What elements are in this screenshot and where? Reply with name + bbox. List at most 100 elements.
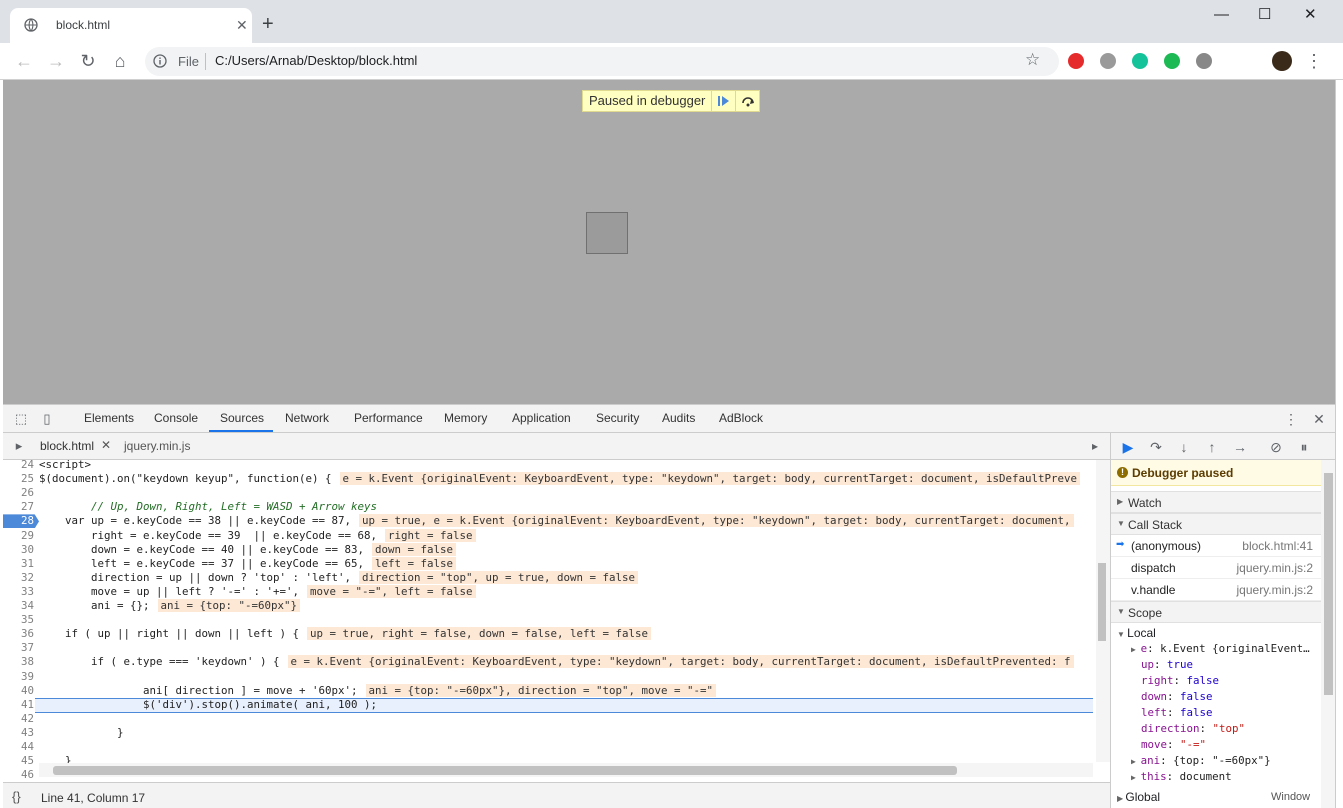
- bookmark-star-icon[interactable]: ☆: [1025, 50, 1040, 70]
- callstack-frame[interactable]: v.handle jquery.min.js:2: [1111, 579, 1321, 601]
- new-tab-button[interactable]: +: [262, 13, 274, 35]
- line-number[interactable]: 36: [3, 627, 34, 641]
- scope-variable[interactable]: right: false: [1141, 673, 1219, 689]
- frame-location[interactable]: jquery.min.js:2: [1237, 561, 1313, 575]
- local-scope-header[interactable]: ▼ Local: [1117, 625, 1156, 641]
- line-number[interactable]: 31: [3, 557, 34, 571]
- back-arrow-icon[interactable]: ←: [14, 51, 34, 71]
- file-tab-block-html[interactable]: block.html: [40, 439, 94, 453]
- line-number[interactable]: 35: [3, 613, 34, 627]
- step-into-icon[interactable]: ↓: [1175, 438, 1193, 456]
- tab-sources[interactable]: Sources: [220, 411, 264, 425]
- code-editor[interactable]: 24 <script> 25 $(document).on("keydown keyu…: [3, 460, 1093, 778]
- chat-extension-icon[interactable]: [1164, 53, 1180, 69]
- address-bar[interactable]: File C:/Users/Arnab/Desktop/block.html ☆: [145, 47, 1059, 76]
- expand-triangle-icon[interactable]: ▶: [1131, 645, 1141, 654]
- scope-variable[interactable]: direction: "top": [1141, 721, 1245, 737]
- adblock-extension-icon[interactable]: [1068, 53, 1084, 69]
- line-number[interactable]: 46: [3, 768, 34, 778]
- resume-icon[interactable]: [711, 91, 735, 111]
- forward-arrow-icon[interactable]: →: [46, 51, 66, 71]
- line-number[interactable]: 41: [3, 698, 34, 712]
- tab-adblock[interactable]: AdBlock: [719, 411, 763, 425]
- toggle-debugger-icon[interactable]: ▸: [1085, 436, 1105, 456]
- tab-elements[interactable]: Elements: [84, 411, 134, 425]
- line-number[interactable]: 29: [3, 529, 34, 543]
- scope-variable[interactable]: down: false: [1141, 689, 1213, 705]
- device-toolbar-icon[interactable]: ▯: [37, 409, 57, 429]
- profile-avatar[interactable]: [1272, 51, 1292, 71]
- tab-console[interactable]: Console: [154, 411, 198, 425]
- breakpoint-line-number[interactable]: 28: [3, 514, 39, 529]
- scope-variable[interactable]: up: true: [1141, 657, 1193, 673]
- reload-icon[interactable]: ↻: [78, 51, 98, 71]
- file-tab-jquery[interactable]: jquery.min.js: [124, 439, 190, 453]
- callstack-frame[interactable]: dispatch jquery.min.js:2: [1111, 557, 1321, 579]
- close-devtools-icon[interactable]: ✕: [1309, 409, 1329, 429]
- line-number[interactable]: 26: [3, 486, 34, 500]
- minimize-button[interactable]: —: [1214, 6, 1229, 24]
- grammarly-extension-icon[interactable]: [1132, 53, 1148, 69]
- tab-memory[interactable]: Memory: [444, 411, 487, 425]
- close-tab-icon[interactable]: ✕: [236, 17, 248, 33]
- step-out-icon[interactable]: ↑: [1203, 438, 1221, 456]
- line-number[interactable]: 25: [3, 472, 34, 486]
- frame-location[interactable]: block.html:41: [1242, 539, 1313, 553]
- callstack-frame[interactable]: ➡ (anonymous) block.html:41: [1111, 535, 1321, 557]
- editor-horizontal-scroll-thumb[interactable]: [53, 766, 957, 775]
- line-number[interactable]: 42: [3, 712, 34, 726]
- line-number[interactable]: 27: [3, 500, 34, 514]
- inspect-element-icon[interactable]: ⬚: [11, 409, 31, 429]
- extension-icon[interactable]: [1100, 53, 1116, 69]
- step-icon[interactable]: →: [1231, 438, 1249, 456]
- line-number[interactable]: 30: [3, 543, 34, 557]
- pretty-print-icon[interactable]: {}: [12, 789, 21, 804]
- wordpress-extension-icon[interactable]: [1196, 53, 1212, 69]
- sidebar-scroll-thumb[interactable]: [1324, 473, 1333, 695]
- close-file-icon[interactable]: ✕: [101, 438, 111, 452]
- line-number[interactable]: 33: [3, 585, 34, 599]
- resume-icon[interactable]: ▶: [1119, 438, 1137, 456]
- line-number[interactable]: 45: [3, 754, 34, 768]
- line-number[interactable]: 32: [3, 571, 34, 585]
- scope-variable[interactable]: ▶ this: document: [1131, 769, 1232, 785]
- line-number[interactable]: 37: [3, 641, 34, 655]
- info-icon[interactable]: [153, 54, 167, 68]
- callstack-section[interactable]: ▼ Call Stack: [1111, 513, 1321, 535]
- watch-section[interactable]: ▶ Watch: [1111, 491, 1321, 513]
- browser-menu-icon[interactable]: ⋮: [1304, 51, 1324, 71]
- line-number[interactable]: 39: [3, 670, 34, 684]
- scope-variable[interactable]: move: "-=": [1141, 737, 1206, 753]
- editor-vertical-scroll-thumb[interactable]: [1098, 563, 1106, 641]
- deactivate-breakpoints-icon[interactable]: ⊘: [1267, 438, 1285, 456]
- scope-variable[interactable]: ▶ e: k.Event {originalEvent…: [1131, 641, 1310, 657]
- scope-section[interactable]: ▼ Scope: [1111, 601, 1321, 623]
- address-url[interactable]: C:/Users/Arnab/Desktop/block.html: [215, 53, 417, 68]
- tab-application[interactable]: Application: [512, 411, 571, 425]
- line-number[interactable]: 43: [3, 726, 34, 740]
- close-window-button[interactable]: ✕: [1304, 6, 1317, 24]
- expand-triangle-icon[interactable]: ▶: [1131, 757, 1141, 766]
- tab-security[interactable]: Security: [596, 411, 639, 425]
- scope-variable[interactable]: left: false: [1141, 705, 1213, 721]
- line-number[interactable]: 44: [3, 740, 34, 754]
- step-over-icon[interactable]: [735, 91, 759, 111]
- devtools-menu-icon[interactable]: ⋮: [1281, 409, 1301, 429]
- expand-triangle-icon[interactable]: ▶: [1131, 773, 1141, 782]
- step-over-icon[interactable]: ↷: [1147, 438, 1165, 456]
- toggle-navigator-icon[interactable]: ▸: [9, 436, 29, 456]
- scope-variable[interactable]: ▶ ani: {top: "-=60px"}: [1131, 753, 1271, 769]
- tab-network[interactable]: Network: [285, 411, 329, 425]
- line-number[interactable]: 40: [3, 684, 34, 698]
- tab-performance[interactable]: Performance: [354, 411, 423, 425]
- pause-on-exceptions-icon[interactable]: ⏸: [1295, 438, 1313, 456]
- frame-location[interactable]: jquery.min.js:2: [1237, 583, 1313, 597]
- tab-audits[interactable]: Audits: [662, 411, 695, 425]
- maximize-button[interactable]: ☐: [1258, 6, 1271, 24]
- line-number[interactable]: 34: [3, 599, 34, 613]
- home-icon[interactable]: ⌂: [110, 51, 130, 71]
- line-number[interactable]: 38: [3, 655, 34, 669]
- line-number[interactable]: 24: [3, 460, 34, 472]
- global-scope-header[interactable]: ▶ Global: [1117, 789, 1160, 805]
- browser-tab[interactable]: block.html ✕: [10, 8, 252, 43]
